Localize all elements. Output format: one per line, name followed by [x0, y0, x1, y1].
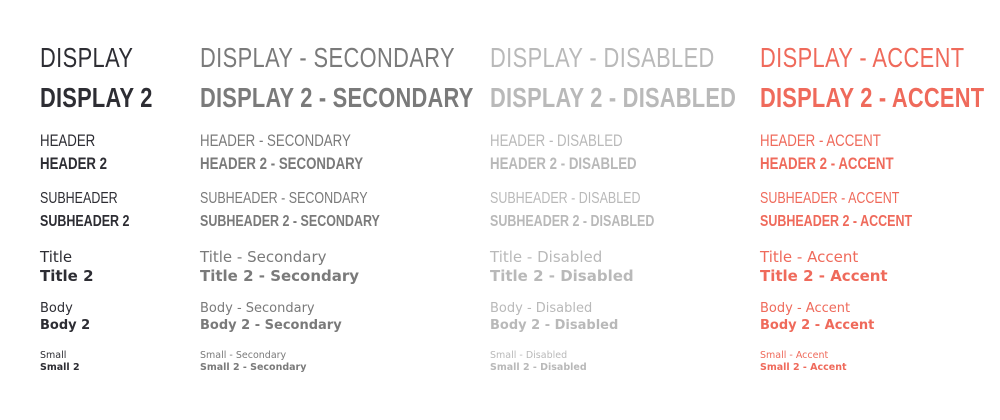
title-2-text: Title 2 - Secondary: [200, 267, 360, 285]
title-text: Title - Accent: [760, 248, 859, 266]
body-text: Body - Accent: [760, 301, 851, 316]
display-2-text: DISPLAY 2: [40, 82, 153, 113]
display-text: DISPLAY - DISABLED: [490, 42, 715, 73]
small-2-text: Small 2 - Secondary: [200, 362, 307, 373]
subheader-2-text: SUBHEADER 2 - ACCENT: [760, 213, 913, 230]
display-2-text: DISPLAY 2 - SECONDARY: [200, 82, 474, 113]
title-2-text: Title 2: [40, 267, 94, 285]
title-2-text: Title 2 - Disabled: [490, 267, 634, 285]
small-text: Small: [40, 350, 67, 361]
header-text: HEADER - ACCENT: [760, 131, 881, 150]
header-2-text: HEADER 2 - ACCENT: [760, 154, 894, 173]
subheader-text: SUBHEADER - DISABLED: [490, 190, 641, 207]
header-text: HEADER - SECONDARY: [200, 131, 351, 150]
header-text: HEADER - DISABLED: [490, 131, 623, 150]
display-2-text: DISPLAY 2 - ACCENT: [760, 82, 985, 113]
subheader-2-text: SUBHEADER 2: [40, 213, 130, 230]
body-text: Body - Disabled: [490, 301, 593, 316]
small-2-text: Small 2: [40, 362, 80, 373]
header-text: HEADER: [40, 131, 96, 150]
body-2-text: Body 2 - Secondary: [200, 318, 342, 333]
title-text: Title: [40, 248, 73, 266]
small-text: Small - Secondary: [200, 350, 287, 361]
body-text: Body - Secondary: [200, 301, 315, 316]
small-text: Small - Accent: [760, 350, 829, 361]
title-text: Title - Secondary: [200, 248, 327, 266]
body-2-text: Body 2: [40, 318, 91, 333]
title-2-text: Title 2 - Accent: [760, 267, 888, 285]
display-text: DISPLAY - ACCENT: [760, 42, 965, 73]
small-2-text: Small 2 - Disabled: [490, 362, 587, 373]
subheader-text: SUBHEADER - SECONDARY: [200, 190, 368, 207]
header-2-text: HEADER 2 - SECONDARY: [200, 154, 364, 173]
subheader-text: SUBHEADER - ACCENT: [760, 190, 900, 207]
display-text: DISPLAY: [40, 42, 134, 73]
body-2-text: Body 2 - Accent: [760, 318, 875, 333]
small-text: Small - Disabled: [490, 350, 568, 361]
small-2-text: Small 2 - Accent: [760, 362, 847, 373]
display-2-text: DISPLAY 2 - DISABLED: [490, 82, 737, 113]
subheader-text: SUBHEADER: [40, 190, 118, 207]
body-2-text: Body 2 - Disabled: [490, 318, 619, 333]
title-text: Title - Disabled: [490, 248, 603, 266]
header-2-text: HEADER 2 - DISABLED: [490, 154, 637, 173]
subheader-2-text: SUBHEADER 2 - SECONDARY: [200, 213, 380, 230]
header-2-text: HEADER 2: [40, 154, 108, 173]
subheader-2-text: SUBHEADER 2 - DISABLED: [490, 213, 655, 230]
body-text: Body: [40, 301, 73, 316]
display-text: DISPLAY - SECONDARY: [200, 42, 456, 73]
